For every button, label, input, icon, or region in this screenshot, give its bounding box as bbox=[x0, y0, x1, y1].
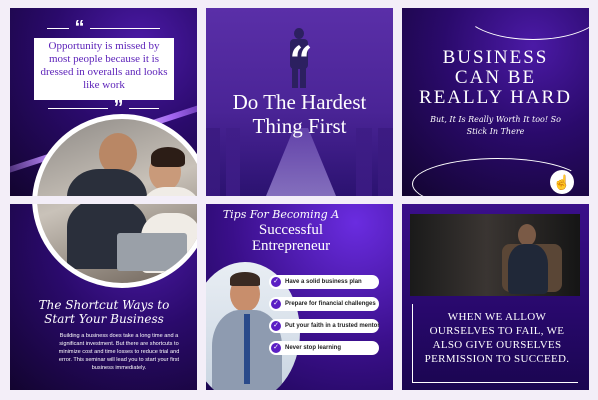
business-subtitle: But, It Is Really Worth It too! So Stick… bbox=[430, 115, 561, 136]
tip-item: ✓ Have a solid business plan bbox=[269, 275, 379, 289]
tip-item: ✓ Prepare for financial challenges bbox=[269, 297, 379, 311]
quote-card-opportunity: “ Opportunity is missed by most people b… bbox=[10, 8, 197, 196]
entrepreneur-tips-card: Tips For Becoming A Successful Entrepren… bbox=[206, 204, 393, 390]
thinking-man-photo bbox=[410, 214, 580, 296]
quote-open-icon: “ bbox=[10, 18, 197, 38]
quote-text: Opportunity is missed by most people bec… bbox=[40, 40, 168, 91]
tips-script-title: Tips For Becoming A bbox=[222, 208, 340, 221]
business-title-line3: REALLY HARD bbox=[419, 87, 572, 108]
shortcut-title: The Shortcut Ways to Start Your Business bbox=[38, 298, 170, 326]
business-title-line2: CAN BE bbox=[454, 67, 537, 88]
business-title-line1: BUSINESS bbox=[442, 47, 549, 68]
quote-card-hardest-thing: “ Do The Hardest Thing First bbox=[206, 8, 393, 196]
hardest-thing-title: Do The Hardest Thing First bbox=[232, 90, 367, 138]
team-photo-continuation bbox=[32, 204, 197, 288]
tip-label: Have a solid business plan bbox=[285, 279, 362, 285]
fail-quote-text: WHEN WE ALLOW OURSELVES TO FAIL, WE ALSO… bbox=[424, 311, 570, 365]
hand-pointer-icon[interactable]: ☝ bbox=[550, 170, 574, 194]
check-icon: ✓ bbox=[271, 343, 281, 353]
shortcut-body: Building a business does take a long tim… bbox=[58, 333, 180, 371]
tip-label: Never stop learning bbox=[285, 345, 342, 351]
tips-main-title: Successful Entrepreneur bbox=[251, 222, 331, 254]
check-icon: ✓ bbox=[271, 299, 281, 309]
tip-item: ✓ Put your faith in a trusted mentor bbox=[269, 319, 380, 333]
tip-item: ✓ Never stop learning bbox=[269, 341, 379, 355]
tip-label: Put your faith in a trusted mentor bbox=[285, 323, 380, 329]
fail-quote-card: WHEN WE ALLOW OURSELVES TO FAIL, WE ALSO… bbox=[402, 204, 589, 390]
check-icon: ✓ bbox=[271, 277, 281, 287]
tip-label: Prepare for financial challenges bbox=[285, 301, 376, 307]
quote-icon: “ bbox=[289, 38, 313, 85]
quote-card-business-hard: BUSINESS CAN BE REALLY HARD But, It Is R… bbox=[402, 8, 589, 196]
business-team-photo bbox=[32, 114, 197, 196]
shortcut-ways-card: The Shortcut Ways to Start Your Business… bbox=[10, 204, 197, 390]
decorative-line bbox=[462, 8, 589, 40]
check-icon: ✓ bbox=[271, 321, 281, 331]
